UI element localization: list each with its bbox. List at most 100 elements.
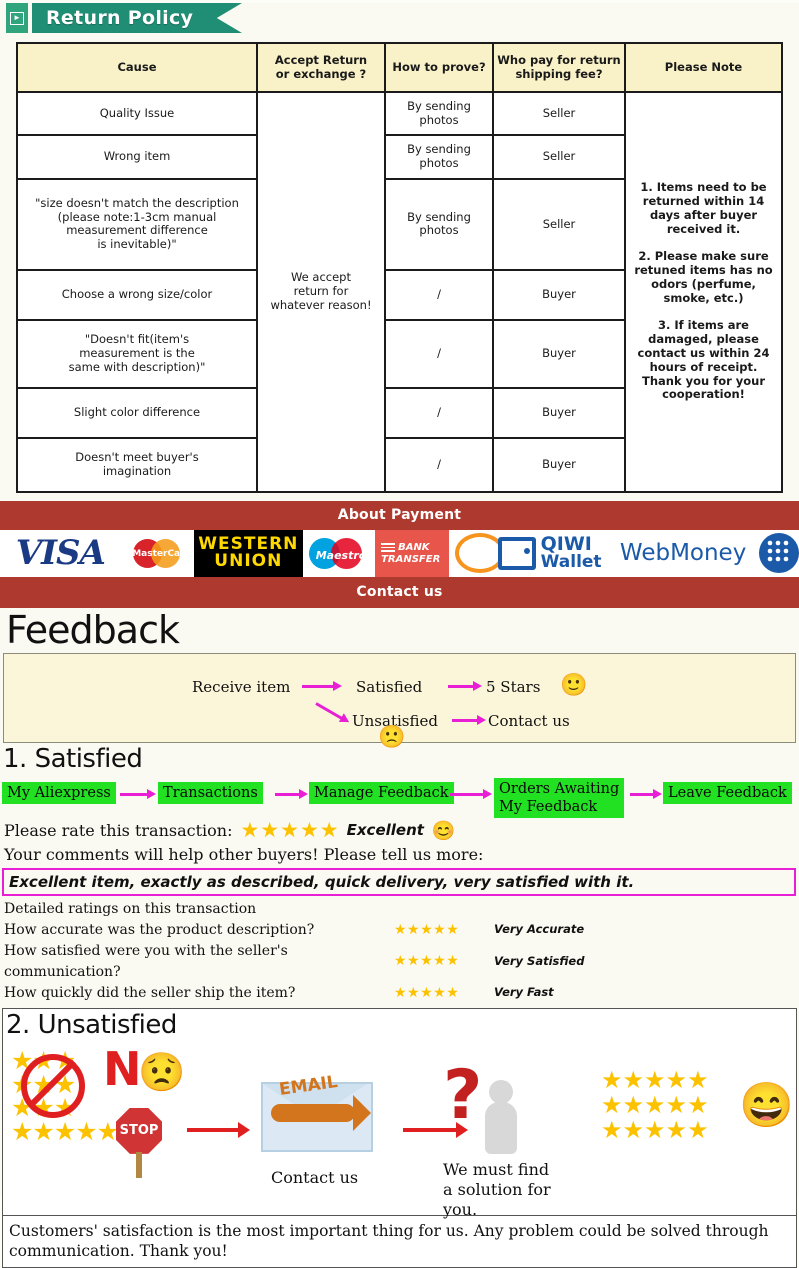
webmoney-logo: WebMoney	[607, 529, 759, 577]
cell-how-to-prove: By sending photos	[384, 90, 494, 137]
person-body-icon	[485, 1101, 517, 1154]
table-header-row: Cause Accept Return or exchange ? How to…	[16, 42, 783, 93]
step-transactions[interactable]: Transactions	[158, 782, 263, 805]
step-orders-awaiting-my-feedback[interactable]: Orders Awaiting My Feedback	[494, 778, 625, 819]
return-policy-banner: ► Return Policy	[0, 3, 799, 35]
cell-cause: "size doesn't match the description (ple…	[16, 177, 258, 271]
detail-stars[interactable]: ★★★★★	[394, 920, 494, 941]
contact-us-title: Contact us	[356, 583, 443, 600]
detail-stars[interactable]: ★★★★★	[394, 983, 494, 1004]
flow-receive-item: Receive item	[192, 677, 291, 696]
good-star-row: ★★★★★	[601, 1066, 709, 1094]
cell-who-pays: Seller	[492, 177, 626, 271]
happy-face-icon: 😊	[431, 819, 456, 842]
wallet-icon	[497, 536, 536, 570]
maestro-logo: Maestro	[302, 529, 376, 577]
payment-section: About Payment VISA MasterCard WESTERN UN…	[0, 500, 799, 608]
detail-label: Very Accurate	[494, 922, 585, 937]
cell-cause: Slight color difference	[16, 386, 258, 439]
comments-prompt: Your comments will help other buyers! Pl…	[4, 845, 484, 865]
flow-arrow-3	[452, 714, 486, 725]
flow-arrow-down	[315, 702, 343, 720]
step-arrow-2	[275, 789, 308, 800]
col-cause: Cause	[16, 42, 258, 93]
bank-transfer-line1: BANK	[398, 541, 430, 553]
detail-question: How satisfied were you with the seller's…	[4, 942, 288, 980]
step-leave-feedback[interactable]: Leave Feedback	[663, 782, 792, 805]
step-arrow-3	[450, 789, 492, 800]
cell-cause: Choose a wrong size/color	[16, 268, 258, 321]
cell-who-pays: Buyer	[492, 436, 626, 493]
cell-cause: Quality Issue	[16, 90, 258, 137]
feedback-title: Feedback	[6, 607, 180, 652]
step-my-aliexpress[interactable]: My Aliexpress	[2, 782, 116, 805]
rate-transaction-label: Please rate this transaction:	[4, 820, 233, 840]
rating-word: Excellent	[346, 821, 424, 840]
question-mark-icon: ?	[443, 1055, 483, 1135]
payment-logos: VISA MasterCard WESTERN UNION Maestro BA…	[0, 529, 799, 577]
stop-sign-pole	[136, 1151, 142, 1178]
cell-accept-return: We accept return for whatever reason!	[256, 90, 386, 493]
step-manage-feedback[interactable]: Manage Feedback	[309, 782, 454, 805]
about-payment-title: About Payment	[337, 506, 462, 523]
cell-how-to-prove: By sending photos	[384, 177, 494, 271]
globe-icon	[759, 533, 799, 574]
unsat-arrow-1	[187, 1121, 250, 1138]
step-arrow-1	[120, 789, 156, 800]
flow-arrow-1	[302, 680, 342, 691]
detail-question: How quickly did the seller ship the item…	[4, 984, 296, 1001]
cell-how-to-prove: /	[384, 386, 494, 439]
unsatisfied-heading: 2. Unsatisfied	[6, 1009, 177, 1040]
return-policy-section: ► Return Policy Cause Accept Return or e…	[0, 3, 799, 493]
cell-who-pays: Buyer	[492, 386, 626, 439]
big-smile-icon: 😄	[739, 1080, 794, 1130]
cell-how-to-prove: By sending photos	[384, 134, 494, 180]
cell-how-to-prove: /	[384, 436, 494, 493]
good-star-row: ★★★★★	[601, 1117, 709, 1145]
detail-label: Very Satisfied	[494, 953, 585, 968]
cell-cause: Wrong item	[16, 134, 258, 180]
col-who-pays: Who pay for return shipping fee?	[492, 42, 626, 93]
comment-text-box[interactable]: Excellent item, exactly as described, qu…	[2, 868, 796, 897]
detail-row: How quickly did the seller ship the item…	[4, 983, 799, 1004]
sad-face-icon: 😟	[138, 1051, 186, 1094]
frown-face-icon: 🙁	[378, 723, 406, 749]
no-entry-icon	[21, 1053, 85, 1118]
visa-logo: VISA	[0, 529, 121, 577]
no-letter: N	[103, 1041, 142, 1096]
detail-row: How accurate was the product description…	[4, 920, 799, 941]
solution-caption: We must find a solution for you.	[443, 1159, 551, 1219]
cell-who-pays: Seller	[492, 90, 626, 137]
flow-five-stars: 5 Stars	[486, 677, 541, 696]
detail-stars[interactable]: ★★★★★	[394, 951, 494, 972]
col-please-note: Please Note	[624, 42, 783, 93]
mastercard-logo: MasterCard	[120, 529, 195, 577]
detailed-ratings-heading: Detailed ratings on this transaction	[4, 901, 257, 918]
qiwi-text: QIWI Wallet	[541, 535, 602, 571]
unsatisfied-flow: ★★★ ★★★ ★★★ ★★★★★ N 😟 STOP EMAIL Contact…	[3, 1040, 796, 1219]
person-head-icon	[489, 1079, 513, 1104]
lines-icon	[381, 541, 396, 554]
mail-forward-icon: ►	[6, 3, 28, 33]
good-star-row: ★★★★★	[601, 1092, 709, 1120]
detailed-ratings-block: Detailed ratings on this transaction How…	[0, 896, 799, 1003]
smile-face-icon: 🙂	[560, 671, 588, 697]
mastercard-logo-text: MasterCard	[132, 548, 192, 559]
feedback-flow-box: Receive item Satisfied 5 Stars 🙂 Unsatis…	[3, 652, 796, 747]
cell-cause: "Doesn't fit(item's measurement is the s…	[16, 318, 258, 389]
envelope-arrow-icon	[271, 1094, 371, 1131]
western-union-line2: UNION	[214, 551, 283, 572]
detail-question: How accurate was the product description…	[4, 921, 315, 938]
table-row: Quality Issue We accept return for whate…	[16, 90, 783, 493]
col-how-to-prove: How to prove?	[384, 42, 494, 93]
cell-how-to-prove: /	[384, 318, 494, 389]
unsatisfied-section: 2. Unsatisfied ★★★ ★★★ ★★★ ★★★★★ N 😟 STO…	[2, 1007, 797, 1268]
satisfied-section: 1. Satisfied My Aliexpress Transactions …	[0, 743, 799, 1004]
contact-us-caption: Contact us	[271, 1167, 359, 1187]
footer-note: Customers' satisfaction is the most impo…	[3, 1214, 796, 1267]
rating-stars[interactable]: ★★★★★	[240, 818, 339, 842]
col-accept-return: Accept Return or exchange ?	[256, 42, 386, 93]
cell-please-note: 1. Items need to be returned within 14 d…	[624, 90, 783, 493]
step-arrow-4	[630, 789, 662, 800]
detail-label: Very Fast	[494, 985, 554, 1000]
